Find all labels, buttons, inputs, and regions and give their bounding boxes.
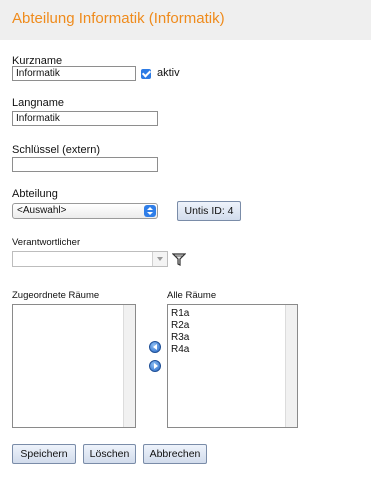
list-item[interactable]: R4a <box>171 344 189 355</box>
all-rooms-label: Alle Räume <box>167 290 217 301</box>
list-item[interactable]: R1a <box>171 308 189 319</box>
kurzname-field[interactable]: Informatik <box>12 66 136 81</box>
assigned-rooms-label: Zugeordnete Räume <box>12 290 100 301</box>
page-header: Abteilung Informatik (Informatik) <box>0 0 371 40</box>
all-rooms-list[interactable]: R1a R2a R3a R4a <box>167 304 298 428</box>
move-right-icon[interactable] <box>149 360 161 372</box>
chevron-down-icon[interactable] <box>152 252 167 266</box>
schluessel-field[interactable] <box>12 157 158 172</box>
verantwortlicher-combo[interactable] <box>12 251 168 267</box>
filter-icon[interactable] <box>172 253 186 266</box>
save-button[interactable]: Speichern <box>12 444 76 464</box>
delete-button[interactable]: Löschen <box>83 444 136 464</box>
abteilung-label: Abteilung <box>12 188 58 200</box>
verantwortlicher-label: Verantwortlicher <box>12 237 81 248</box>
schluessel-label: Schlüssel (extern) <box>12 144 101 156</box>
select-arrows-icon <box>144 205 156 217</box>
abteilung-selected-value: <Auswahl> <box>17 205 67 216</box>
list-item[interactable]: R2a <box>171 320 189 331</box>
aktiv-checkbox[interactable] <box>141 69 151 79</box>
move-left-icon[interactable] <box>149 341 161 353</box>
langname-label: Langname <box>12 97 64 109</box>
aktiv-label: aktiv <box>157 67 180 79</box>
page-title: Abteilung Informatik (Informatik) <box>12 10 225 27</box>
list-item[interactable]: R3a <box>171 332 189 343</box>
cancel-button[interactable]: Abbrechen <box>143 444 207 464</box>
assigned-rooms-list[interactable] <box>12 304 136 428</box>
langname-field[interactable]: Informatik <box>12 111 158 126</box>
assigned-rooms-scrollbar[interactable] <box>123 305 135 427</box>
all-rooms-scrollbar[interactable] <box>285 305 297 427</box>
abteilung-select[interactable]: <Auswahl> <box>12 203 158 219</box>
untis-id-button[interactable]: Untis ID: 4 <box>177 201 241 221</box>
